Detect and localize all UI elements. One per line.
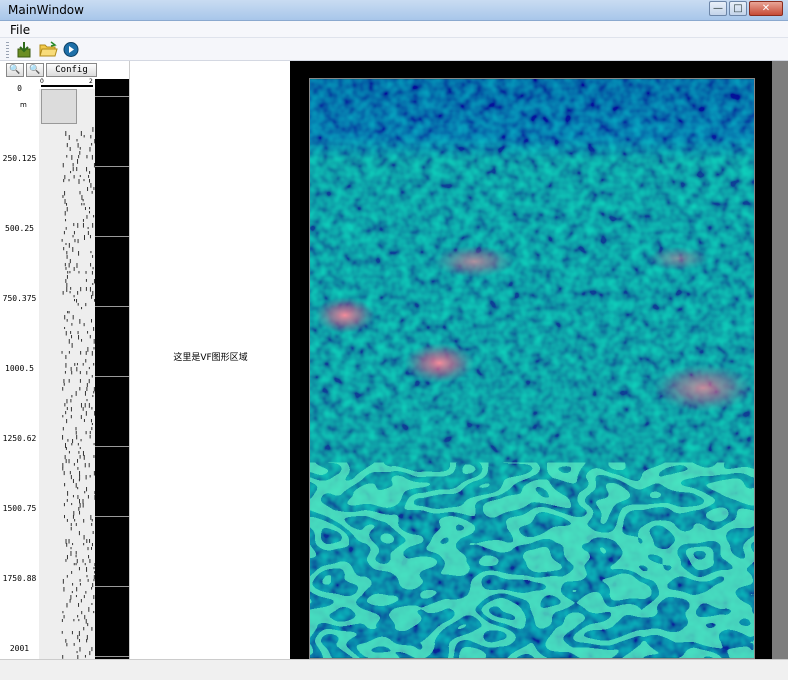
hot-spot — [314, 297, 375, 334]
grid-line — [95, 166, 129, 167]
import-icon — [17, 42, 31, 58]
trace-scale: 0 2 — [39, 78, 95, 89]
depth-label: 0 — [17, 84, 22, 93]
zoom-out-button[interactable]: 🔍 — [26, 63, 44, 77]
vf-graphic-area[interactable]: 这里是VF图形区域 — [129, 61, 290, 659]
hot-spot — [648, 246, 709, 271]
status-bar — [0, 659, 788, 680]
import-button[interactable] — [14, 40, 34, 59]
grid-line — [95, 656, 129, 657]
vertical-scrollbar[interactable] — [772, 61, 788, 659]
depth-label: 1000.5 — [5, 364, 34, 373]
scale-max-label: 2 — [89, 78, 93, 85]
scale-bar — [41, 85, 93, 87]
open-folder-button[interactable] — [38, 40, 58, 59]
window-title: MainWindow — [8, 3, 84, 17]
toolbar-grip[interactable] — [6, 42, 9, 58]
depth-axis: m 0 250.125 500.25 750.375 1000.5 1250.6… — [0, 79, 39, 659]
depth-unit: m — [20, 101, 27, 109]
depth-label: 1250.62 — [2, 434, 37, 443]
toolbar — [0, 38, 788, 61]
image-panel — [290, 61, 772, 659]
depth-label: 750.375 — [2, 294, 37, 303]
run-button[interactable] — [61, 40, 81, 59]
menu-file[interactable]: File — [10, 23, 30, 37]
selection-box[interactable] — [41, 89, 77, 124]
track-panel: 🔍 🔍 Config m 0 250.125 500.25 750.375 10… — [0, 61, 129, 659]
trace-area[interactable] — [39, 89, 95, 659]
depth-label: 250.125 — [2, 154, 37, 163]
scale-min-label: 0 — [40, 78, 44, 85]
zoom-out-icon: 🔍 — [29, 65, 41, 75]
config-button[interactable]: Config — [46, 63, 97, 77]
image-wave-pattern — [310, 462, 754, 658]
grid-line — [95, 96, 129, 97]
grid-line — [95, 376, 129, 377]
grid-line — [95, 446, 129, 447]
minimize-button[interactable]: — — [709, 1, 727, 16]
maximize-button[interactable]: □ — [729, 1, 747, 16]
play-icon — [63, 42, 79, 57]
title-bar: MainWindow — □ ✕ — [0, 0, 788, 21]
depth-label: 1500.75 — [2, 504, 37, 513]
grid-line — [95, 586, 129, 587]
seismic-image[interactable] — [309, 78, 755, 659]
grid-line — [95, 236, 129, 237]
grid-line — [95, 306, 129, 307]
depth-grid — [95, 79, 129, 659]
depth-label: 500.25 — [5, 224, 34, 233]
hot-spot — [404, 343, 475, 383]
depth-label: 2001 — [9, 644, 30, 653]
menu-bar: File — [0, 21, 788, 38]
track-header: 🔍 🔍 Config — [0, 61, 129, 79]
grid-line — [95, 516, 129, 517]
open-folder-icon — [39, 41, 58, 57]
hot-spot — [434, 245, 515, 278]
zoom-in-icon: 🔍 — [9, 65, 21, 75]
hot-spot — [653, 364, 754, 412]
trace-plot — [61, 127, 95, 659]
depth-label: 1750.88 — [2, 574, 37, 583]
vf-placeholder-text: 这里是VF图形区域 — [173, 353, 248, 363]
zoom-in-button[interactable]: 🔍 — [6, 63, 24, 77]
close-button[interactable]: ✕ — [749, 1, 783, 16]
